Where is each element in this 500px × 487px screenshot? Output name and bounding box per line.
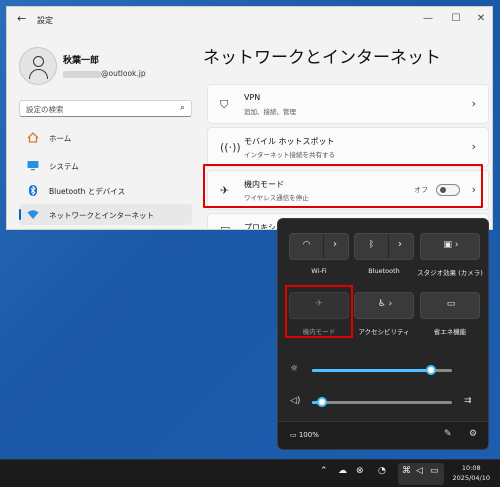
volume-slider-thumb[interactable]	[316, 397, 327, 407]
card-subtitle: 追加、接続、管理	[244, 108, 296, 116]
clock-app-icon[interactable]: ◔	[378, 466, 386, 476]
volume-icon: ◁	[416, 466, 423, 476]
edit-icon[interactable]: ✎	[444, 429, 452, 439]
clock-date: 2025/04/10	[452, 474, 490, 482]
audio-output-icon[interactable]: ⇉	[464, 396, 472, 406]
volume-icon: ◁)	[290, 396, 301, 406]
minimize-button[interactable]: —	[421, 13, 435, 24]
chevron-right-icon: ›	[471, 97, 476, 110]
battery-saver-tile[interactable]: ▭	[420, 292, 480, 319]
tile-label: 省エネ機能	[433, 328, 467, 336]
wifi-tile[interactable]: ◠ ›	[289, 233, 349, 260]
tile-label: Wi-Fi	[311, 267, 327, 275]
sidebar-item-label: ネットワークとインターネット	[49, 211, 154, 220]
hotspot-card[interactable]: ((·)) モバイル ホットスポット インターネット接続を共有する ›	[207, 127, 489, 167]
user-name: 秋葉一郎	[63, 56, 100, 66]
bluetooth-icon: ᛒ	[368, 240, 375, 250]
bluetooth-tile[interactable]: ᛒ ›	[354, 233, 414, 260]
tile-label: Bluetooth	[368, 267, 400, 275]
person-icon	[33, 56, 44, 67]
wifi-icon	[27, 210, 39, 219]
taskbar: ⌃ ☁ ⊗ ◔ ⌘ ◁ ▭ 10:08 2025/04/10	[0, 459, 500, 487]
chevron-right-icon: ›	[471, 140, 476, 153]
tile-label: アクセシビリティ	[358, 328, 410, 336]
sidebar-item-label: ホーム	[49, 134, 72, 143]
chevron-right-icon[interactable]: ›	[322, 239, 348, 250]
sidebar-item-network[interactable]: ネットワークとインターネット	[19, 204, 192, 225]
volume-slider[interactable]	[312, 397, 452, 407]
email-redaction	[63, 70, 101, 78]
brightness-icon: ☼	[290, 364, 299, 374]
sidebar-item-bluetooth[interactable]: Bluetooth とデバイス	[19, 180, 192, 201]
network-icon: ⌘	[402, 466, 411, 476]
quick-settings-panel: ◠ › Wi-Fi ᛒ › Bluetooth ▣ › スタジオ効果 (カメラ)…	[277, 218, 489, 450]
active-indicator	[19, 209, 21, 220]
sidebar-item-label: システム	[49, 162, 79, 171]
back-button[interactable]: ←	[17, 12, 26, 25]
accessibility-icon: ♿ ›	[377, 299, 393, 309]
shield-icon: ⛉	[220, 98, 229, 111]
sidebar-item-label: Bluetooth とデバイス	[49, 187, 126, 196]
search-input[interactable]: 設定の検索 ⌕	[19, 100, 192, 117]
page-title: ネットワークとインターネット	[203, 48, 441, 68]
quick-settings-footer: ▭ 100% ✎ ⚙	[278, 421, 488, 449]
camera-effects-icon: ▣ ›	[443, 240, 459, 250]
avatar[interactable]	[19, 47, 57, 85]
home-icon	[27, 132, 39, 143]
card-title: プロキシ	[244, 223, 276, 230]
highlight-airplane-tile	[285, 285, 353, 338]
close-button[interactable]: ✕	[474, 13, 488, 24]
tile-label: スタジオ効果 (カメラ)	[417, 269, 483, 277]
title-bar: ← 設定 — ☐ ✕	[7, 7, 492, 33]
battery-icon: ▭	[430, 466, 439, 476]
card-subtitle: インターネット接続を共有する	[244, 151, 335, 159]
accessibility-tile[interactable]: ♿ ›	[354, 292, 414, 319]
battery-saver-icon: ▭	[446, 299, 456, 309]
gear-icon[interactable]: ⚙	[469, 429, 477, 439]
battery-status[interactable]: ▭ 100%	[290, 431, 319, 439]
search-icon: ⌕	[179, 103, 185, 113]
search-placeholder: 設定の検索	[26, 105, 64, 114]
chevron-up-icon[interactable]: ⌃	[320, 466, 328, 476]
hotspot-icon: ((·))	[220, 141, 241, 154]
vpn-card[interactable]: ⛉ VPN 追加、接続、管理 ›	[207, 84, 489, 124]
clock-time: 10:08	[461, 464, 481, 472]
studio-effects-tile[interactable]: ▣ ›	[420, 233, 480, 260]
close-circle-icon[interactable]: ⊗	[356, 466, 364, 476]
taskbar-clock[interactable]: 10:08 2025/04/10	[453, 463, 490, 483]
sidebar-item-home[interactable]: ホーム	[19, 127, 192, 148]
chevron-right-icon[interactable]: ›	[387, 239, 413, 250]
card-title: VPN	[244, 93, 261, 102]
highlight-airplane-card	[203, 164, 483, 208]
monitor-icon	[27, 161, 39, 171]
brightness-slider[interactable]	[312, 365, 452, 375]
weather-icon[interactable]: ☁	[338, 466, 347, 476]
wifi-icon: ◠	[302, 240, 311, 250]
maximize-button[interactable]: ☐	[449, 13, 463, 24]
brightness-slider-thumb[interactable]	[426, 365, 436, 375]
window-title: 設定	[37, 16, 53, 25]
proxy-icon: ▭	[220, 222, 231, 230]
user-email: @outlook.jp	[63, 69, 146, 78]
card-title: モバイル ホットスポット	[244, 137, 335, 146]
bluetooth-icon	[29, 185, 37, 196]
sidebar-item-system[interactable]: システム	[19, 155, 192, 176]
